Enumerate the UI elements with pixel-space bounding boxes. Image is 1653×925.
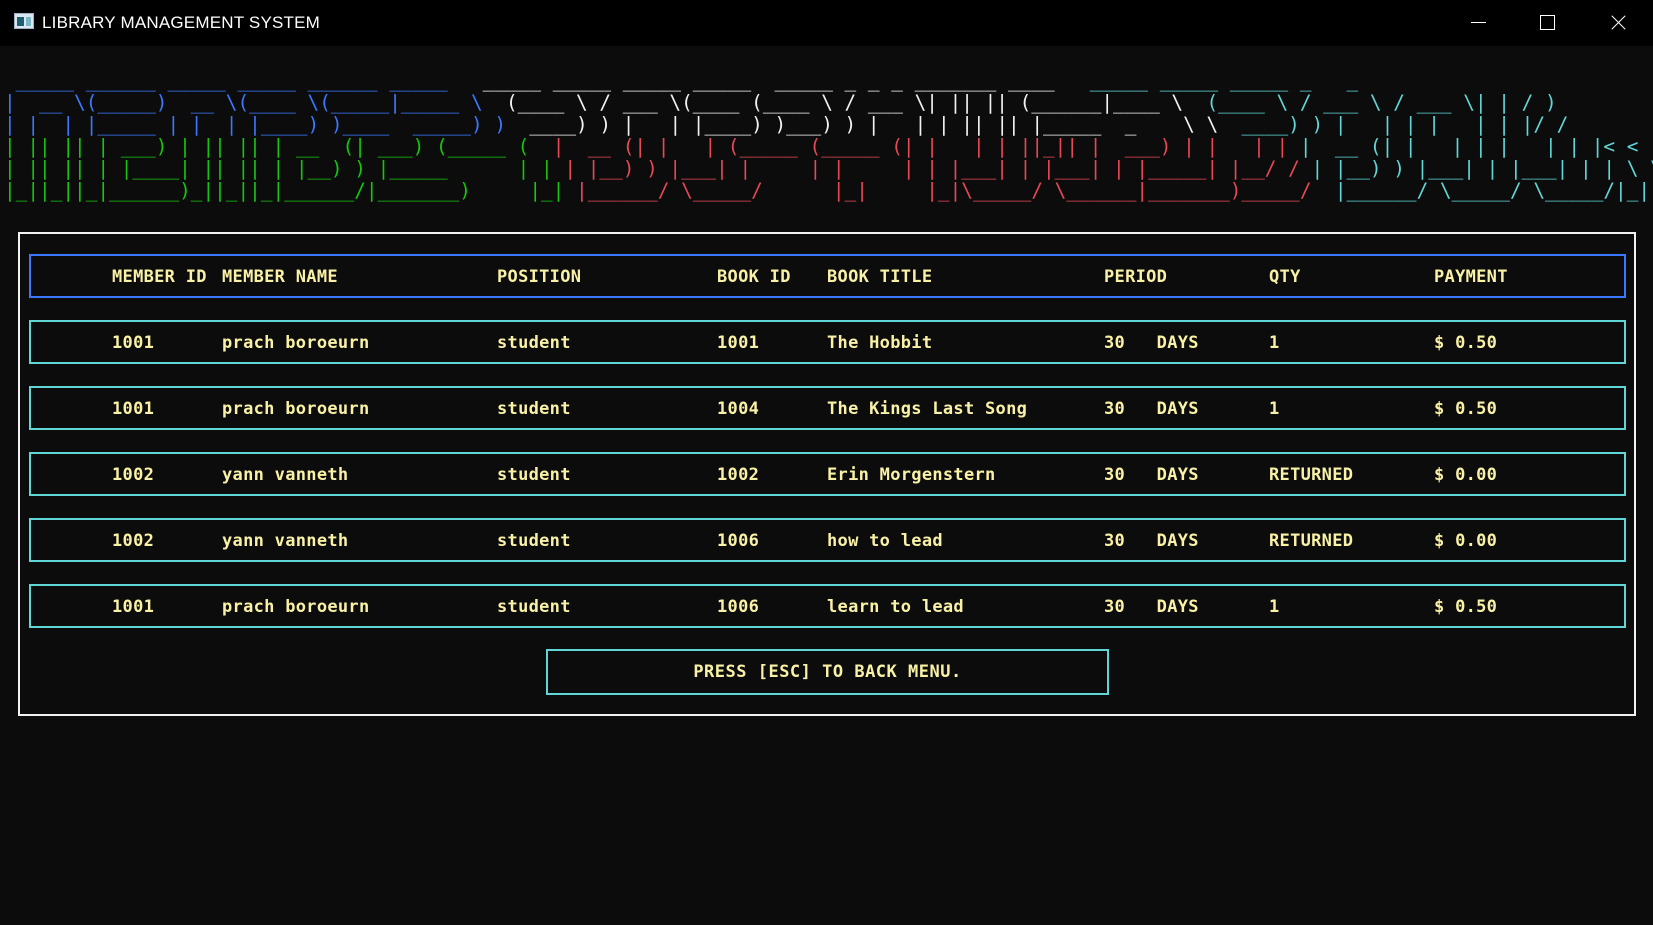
- close-icon[interactable]: [1582, 0, 1652, 46]
- banner-line-3: | | | |_____ | | | |____) )____ _____) )…: [4, 113, 1569, 136]
- banner-line-1: _____ ______ _____ _____ ______ _____ __…: [4, 69, 1359, 92]
- cell-member-name: prach boroeurn: [222, 333, 370, 353]
- cell-book-id: 1001: [717, 333, 760, 353]
- title-bar: LIBRARY MANAGEMENT SYSTEM: [0, 0, 1653, 46]
- cell-book-title: The Hobbit: [827, 333, 933, 353]
- cell-payment: $ 0.00: [1434, 531, 1498, 551]
- cell-member-id: 1001: [112, 597, 155, 617]
- cell-book-id: 1002: [717, 465, 760, 485]
- cell-position: student: [497, 399, 571, 419]
- table-header: MEMBER ID MEMBER NAME POSITION BOOK ID B…: [29, 254, 1626, 298]
- cell-member-name: yann vanneth: [222, 531, 349, 551]
- ascii-banner: _____ ______ _____ _____ ______ _____ __…: [4, 70, 1653, 202]
- cell-period: 30 DAYS: [1104, 531, 1199, 551]
- cell-period: 30 DAYS: [1104, 399, 1199, 419]
- cell-position: student: [497, 597, 571, 617]
- cell-payment: $ 0.50: [1434, 399, 1498, 419]
- header-period: PERIOD: [1104, 267, 1168, 287]
- cell-member-id: 1001: [112, 399, 155, 419]
- cell-book-title: The Kings Last Song: [827, 399, 1028, 419]
- cell-member-name: yann vanneth: [222, 465, 349, 485]
- banner-line-6: |_||_||_|______)_||_||_|______/|_______)…: [4, 179, 1651, 202]
- minimize-icon[interactable]: [1443, 0, 1513, 46]
- cell-payment: $ 0.00: [1434, 465, 1498, 485]
- cell-qty: 1: [1269, 399, 1280, 419]
- cell-period: 30 DAYS: [1104, 333, 1199, 353]
- cell-qty: RETURNED: [1269, 465, 1354, 485]
- cell-payment: $ 0.50: [1434, 333, 1498, 353]
- table-row: 1002 yann vanneth student 1006 how to le…: [29, 518, 1626, 562]
- table-row: 1001 prach boroeurn student 1001 The Hob…: [29, 320, 1626, 364]
- banner-line-4: | || || | ___) | || || | __ (| ___) (___…: [4, 135, 1639, 158]
- cell-period: 30 DAYS: [1104, 465, 1199, 485]
- header-payment: PAYMENT: [1434, 267, 1508, 287]
- cell-position: student: [497, 531, 571, 551]
- banner-line-2: | __ \(_____) __ \(____ \(_____|_____ \ …: [4, 91, 1557, 114]
- cell-book-id: 1006: [717, 597, 760, 617]
- table-row: 1001 prach boroeurn student 1006 learn t…: [29, 584, 1626, 628]
- cell-qty: 1: [1269, 597, 1280, 617]
- table-row: 1001 prach boroeurn student 1004 The Kin…: [29, 386, 1626, 430]
- maximize-icon[interactable]: [1511, 0, 1581, 46]
- cell-position: student: [497, 465, 571, 485]
- cell-period: 30 DAYS: [1104, 597, 1199, 617]
- cell-member-id: 1002: [112, 465, 155, 485]
- header-member-name: MEMBER NAME: [222, 267, 338, 287]
- cell-payment: $ 0.50: [1434, 597, 1498, 617]
- cell-book-id: 1004: [717, 399, 760, 419]
- cell-member-name: prach boroeurn: [222, 399, 370, 419]
- header-member-id: MEMBER ID: [112, 267, 207, 287]
- window-title: LIBRARY MANAGEMENT SYSTEM: [42, 13, 321, 32]
- cell-member-id: 1001: [112, 333, 155, 353]
- console-app-icon: [14, 13, 34, 29]
- cell-book-title: learn to lead: [827, 597, 964, 617]
- back-to-menu-prompt: PRESS [ESC] TO BACK MENU.: [546, 649, 1109, 695]
- header-book-id: BOOK ID: [717, 267, 791, 287]
- header-qty: QTY: [1269, 267, 1301, 287]
- table-row: 1002 yann vanneth student 1002 Erin Morg…: [29, 452, 1626, 496]
- cell-book-id: 1006: [717, 531, 760, 551]
- cell-qty: RETURNED: [1269, 531, 1354, 551]
- header-position: POSITION: [497, 267, 582, 287]
- header-book-title: BOOK TITLE: [827, 267, 933, 287]
- cell-book-title: how to lead: [827, 531, 943, 551]
- cell-member-name: prach boroeurn: [222, 597, 370, 617]
- cell-member-id: 1002: [112, 531, 155, 551]
- cell-position: student: [497, 333, 571, 353]
- banner-line-5: | || || | |____| || || | |__) ) |_____ |…: [4, 157, 1653, 180]
- cell-book-title: Erin Morgenstern: [827, 465, 996, 485]
- cell-qty: 1: [1269, 333, 1280, 353]
